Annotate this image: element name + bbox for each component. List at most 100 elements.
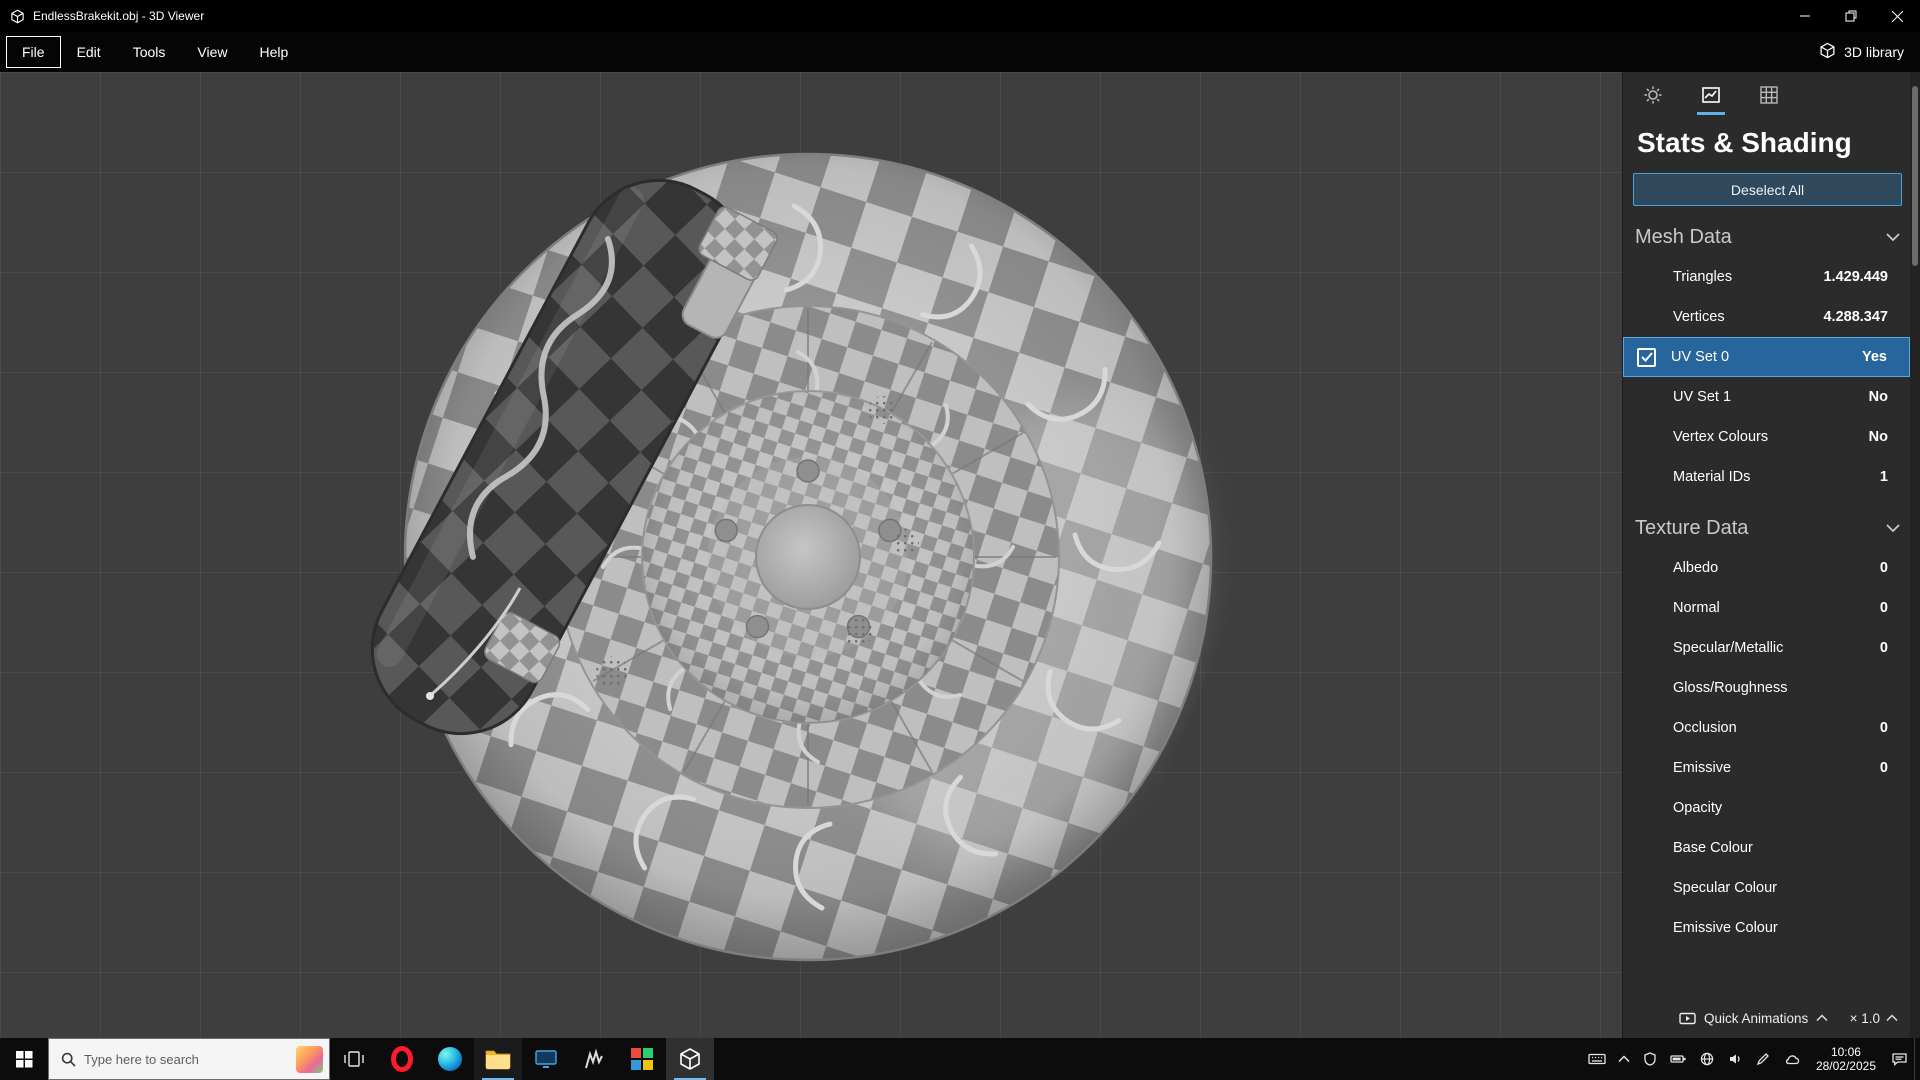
stat-row-opacity[interactable]: Opacity (1623, 788, 1910, 828)
menu-tools[interactable]: Tools (117, 36, 182, 68)
stat-label: Specular Colour (1673, 880, 1777, 896)
file-explorer-button[interactable] (474, 1038, 522, 1080)
3d-viewer-cube-icon (680, 1048, 700, 1070)
stat-row-normal[interactable]: Normal 0 (1623, 588, 1910, 628)
app-button-3[interactable] (618, 1038, 666, 1080)
content-area: Stats & Shading Deselect All Mesh Data T… (0, 72, 1920, 1038)
panel-scrollbar[interactable] (1910, 72, 1920, 1038)
stat-label: Emissive (1673, 760, 1732, 776)
menu-edit[interactable]: Edit (61, 36, 117, 68)
stats-panel: Stats & Shading Deselect All Mesh Data T… (1622, 72, 1920, 1038)
stat-row-emissive-colour[interactable]: Emissive Colour (1623, 908, 1910, 948)
stat-row-uv-set-1[interactable]: UV Set 1 No (1623, 377, 1910, 417)
tray-expand-button[interactable] (1612, 1038, 1636, 1080)
3d-viewer-button[interactable] (666, 1038, 714, 1080)
close-button[interactable] (1874, 0, 1920, 32)
stat-row-vertex-colours[interactable]: Vertex Colours No (1623, 417, 1910, 457)
windows-logo-icon (15, 1050, 32, 1067)
edge-browser-button[interactable] (426, 1038, 474, 1080)
scrollbar-thumb[interactable] (1912, 86, 1918, 266)
tab-grid[interactable] (1755, 85, 1783, 115)
menu-bar: File Edit Tools View Help 3D library (0, 32, 1920, 72)
taskbar-search[interactable] (48, 1038, 330, 1080)
title-bar: EndlessBrakekit.obj - 3D Viewer (0, 0, 1920, 32)
tab-lighting[interactable] (1639, 85, 1667, 115)
stat-label: Occlusion (1673, 720, 1737, 736)
monitor-app-icon (535, 1050, 557, 1068)
search-highlight-icon[interactable] (296, 1045, 323, 1073)
app-window: EndlessBrakekit.obj - 3D Viewer File Edi… (0, 0, 1920, 1080)
globe-icon (1700, 1052, 1714, 1066)
stat-row-vertices[interactable]: Vertices 4.288.347 (1623, 297, 1910, 337)
pen-button[interactable] (1749, 1038, 1777, 1080)
panel-tabs (1623, 72, 1920, 115)
animation-speed-button[interactable]: × 1.0 (1850, 1011, 1898, 1026)
tab-stats-shading[interactable] (1697, 85, 1725, 115)
chevron-down-icon (1886, 524, 1900, 533)
stat-value: 0 (1879, 600, 1888, 616)
opera-browser-button[interactable] (378, 1038, 426, 1080)
battery-button[interactable] (1664, 1038, 1693, 1080)
volume-icon (1729, 1054, 1740, 1064)
clock-date: 28/02/2025 (1815, 1059, 1876, 1073)
stat-value: No (1868, 429, 1888, 445)
opera-icon (391, 1046, 413, 1072)
menu-view[interactable]: View (181, 36, 243, 68)
edge-icon (438, 1047, 462, 1071)
mesh-data-header[interactable]: Mesh Data (1635, 226, 1900, 249)
onedrive-button[interactable] (1777, 1038, 1807, 1080)
taskbar-clock[interactable]: 10:06 28/02/2025 (1807, 1045, 1885, 1073)
quick-animations-button[interactable]: Quick Animations (1679, 1011, 1828, 1026)
show-desktop-button[interactable] (1914, 1038, 1920, 1080)
search-input[interactable] (84, 1051, 288, 1067)
restore-button[interactable] (1828, 0, 1874, 32)
stat-label: Triangles (1673, 269, 1733, 285)
panel-title: Stats & Shading (1637, 127, 1852, 158)
window-title: EndlessBrakekit.obj - 3D Viewer (33, 9, 205, 23)
app-button-2[interactable] (570, 1038, 618, 1080)
checkbox-checked[interactable] (1637, 347, 1656, 367)
stat-value: 0 (1879, 560, 1888, 576)
stat-label: Albedo (1673, 560, 1719, 576)
texture-data-header[interactable]: Texture Data (1635, 517, 1900, 540)
menu-help[interactable]: Help (243, 36, 304, 68)
chevron-down-icon (1886, 233, 1900, 242)
task-view-button[interactable] (330, 1038, 378, 1080)
stat-row-emissive[interactable]: Emissive 0 (1623, 748, 1910, 788)
stat-row-gloss-roughness[interactable]: Gloss/Roughness (1623, 668, 1910, 708)
menu-file[interactable]: File (6, 36, 61, 68)
file-explorer-icon (485, 1050, 511, 1070)
stat-value: 0 (1879, 640, 1888, 656)
network-button[interactable] (1693, 1038, 1721, 1080)
app-button-1[interactable] (522, 1038, 570, 1080)
stat-row-base-colour[interactable]: Base Colour (1623, 828, 1910, 868)
photos-app-icon (631, 1048, 653, 1070)
volume-button[interactable] (1721, 1038, 1749, 1080)
stat-row-triangles[interactable]: Triangles 1.429.449 (1623, 257, 1910, 297)
chevron-up-icon (1618, 1055, 1630, 1063)
stat-label: Normal (1673, 600, 1720, 616)
stat-label: UV Set 1 (1673, 389, 1732, 405)
section-label: Texture Data (1635, 517, 1749, 539)
clock-time: 10:06 (1830, 1045, 1861, 1059)
chevron-up-icon (1886, 1014, 1898, 1022)
security-shield-button[interactable] (1636, 1038, 1664, 1080)
claw-app-icon (585, 1048, 603, 1069)
deselect-all-button[interactable]: Deselect All (1633, 173, 1902, 206)
minimize-button[interactable] (1782, 0, 1828, 32)
3d-library-button[interactable]: 3D library (1819, 42, 1904, 62)
stat-row-albedo[interactable]: Albedo 0 (1623, 548, 1910, 588)
stat-row-material-ids[interactable]: Material IDs 1 (1623, 457, 1910, 497)
touch-keyboard-button[interactable] (1582, 1038, 1612, 1080)
stat-label: Vertices (1673, 309, 1725, 325)
stat-row-occlusion[interactable]: Occlusion 0 (1623, 708, 1910, 748)
battery-icon (1670, 1055, 1686, 1063)
viewport-3d[interactable] (0, 72, 1622, 1038)
action-center-button[interactable] (1885, 1038, 1914, 1080)
action-center-icon (1892, 1053, 1907, 1067)
stat-row-specular-metallic[interactable]: Specular/Metallic 0 (1623, 628, 1910, 668)
stat-row-specular-colour[interactable]: Specular Colour (1623, 868, 1910, 908)
animation-icon (1679, 1012, 1696, 1024)
start-button[interactable] (0, 1038, 48, 1080)
stat-row-uv-set-0[interactable]: UV Set 0 Yes (1623, 337, 1910, 377)
